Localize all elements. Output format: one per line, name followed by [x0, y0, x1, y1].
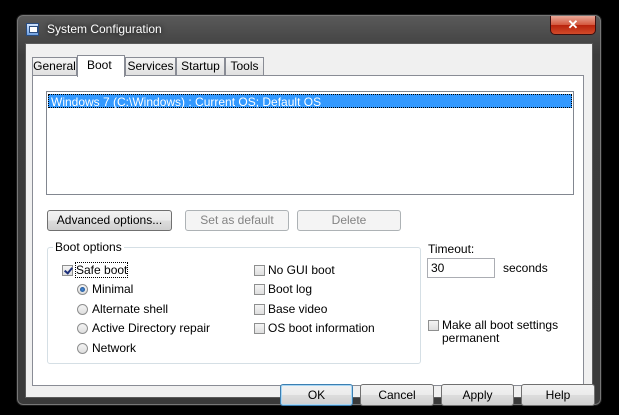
close-button[interactable]: ✕: [550, 16, 596, 35]
radio-minimal[interactable]: Minimal: [77, 282, 133, 296]
tab-tools[interactable]: Tools: [225, 57, 264, 75]
radio-alternate-shell-label: Alternate shell: [92, 302, 169, 316]
radio-alternate-shell[interactable]: Alternate shell: [77, 302, 168, 316]
radio-active-directory-repair-label: Active Directory repair: [92, 321, 211, 335]
ok-button[interactable]: OK: [280, 384, 353, 406]
tab-startup[interactable]: Startup: [176, 57, 225, 75]
tab-boot[interactable]: Boot: [77, 55, 125, 77]
safe-boot-checkbox[interactable]: Safe boot: [62, 262, 129, 278]
timeout-unit-label: seconds: [503, 261, 548, 275]
no-gui-boot-label: No GUI boot: [268, 263, 335, 277]
tab-services[interactable]: Services: [125, 57, 176, 75]
boot-options-group: Boot options Safe boot Minimal Alternate…: [47, 240, 421, 364]
list-item[interactable]: Windows 7 (C:\Windows) : Current OS; Def…: [48, 94, 572, 109]
radio-minimal-label: Minimal: [92, 282, 134, 296]
make-permanent-label: Make all boot settings permanent: [442, 319, 558, 345]
cancel-button[interactable]: Cancel: [360, 384, 434, 406]
delete-button[interactable]: Delete: [297, 210, 401, 231]
system-configuration-window: System Configuration ✕ General Boot Serv…: [16, 14, 602, 406]
safe-boot-label: Safe boot: [74, 262, 129, 278]
radio-icon: [77, 323, 88, 334]
make-permanent-line1: Make all boot settings: [442, 318, 559, 332]
base-video-checkbox[interactable]: Base video: [254, 302, 327, 316]
make-permanent-line2: permanent: [442, 331, 500, 345]
timeout-label: Timeout:: [428, 242, 475, 256]
apply-label: Apply: [462, 388, 493, 402]
window-title: System Configuration: [47, 22, 162, 36]
set-as-default-button[interactable]: Set as default: [185, 210, 289, 231]
radio-icon: [77, 304, 88, 315]
radio-selected-icon: [77, 284, 88, 295]
radio-network-label: Network: [92, 341, 137, 355]
checkbox-icon: [428, 320, 439, 331]
apply-button[interactable]: Apply: [441, 384, 514, 406]
checkbox-checked-icon: [62, 265, 73, 276]
advanced-options-button[interactable]: Advanced options...: [47, 210, 172, 231]
base-video-label: Base video: [268, 302, 328, 316]
advanced-options-label: Advanced options...: [56, 213, 163, 227]
os-boot-information-checkbox[interactable]: OS boot information: [254, 321, 375, 335]
boot-entries-list[interactable]: Windows 7 (C:\Windows) : Current OS; Def…: [46, 91, 574, 195]
checkbox-icon: [254, 323, 265, 334]
boot-tab-panel: Windows 7 (C:\Windows) : Current OS; Def…: [32, 75, 584, 386]
boot-options-legend: Boot options: [53, 240, 124, 254]
make-permanent-checkbox[interactable]: Make all boot settings permanent: [428, 319, 558, 347]
dialog-client-area: General Boot Services Startup Tools Wind…: [25, 43, 595, 406]
checkbox-icon: [254, 304, 265, 315]
timeout-input[interactable]: 30: [427, 258, 495, 278]
ok-label: OK: [307, 388, 326, 402]
radio-icon: [77, 343, 88, 354]
no-gui-boot-checkbox[interactable]: No GUI boot: [254, 263, 335, 277]
cancel-label: Cancel: [378, 388, 416, 402]
boot-log-checkbox[interactable]: Boot log: [254, 282, 312, 296]
os-boot-information-label: OS boot information: [268, 321, 375, 335]
help-label: Help: [545, 388, 571, 402]
help-button[interactable]: Help: [521, 384, 595, 406]
radio-network[interactable]: Network: [77, 341, 136, 355]
set-as-default-label: Set as default: [200, 213, 274, 227]
msconfig-app-icon: [26, 23, 39, 36]
tab-general[interactable]: General: [32, 57, 77, 75]
checkbox-icon: [254, 265, 265, 276]
checkbox-icon: [254, 284, 265, 295]
delete-label: Delete: [331, 213, 367, 227]
radio-active-directory-repair[interactable]: Active Directory repair: [77, 321, 210, 335]
boot-log-label: Boot log: [268, 282, 313, 296]
